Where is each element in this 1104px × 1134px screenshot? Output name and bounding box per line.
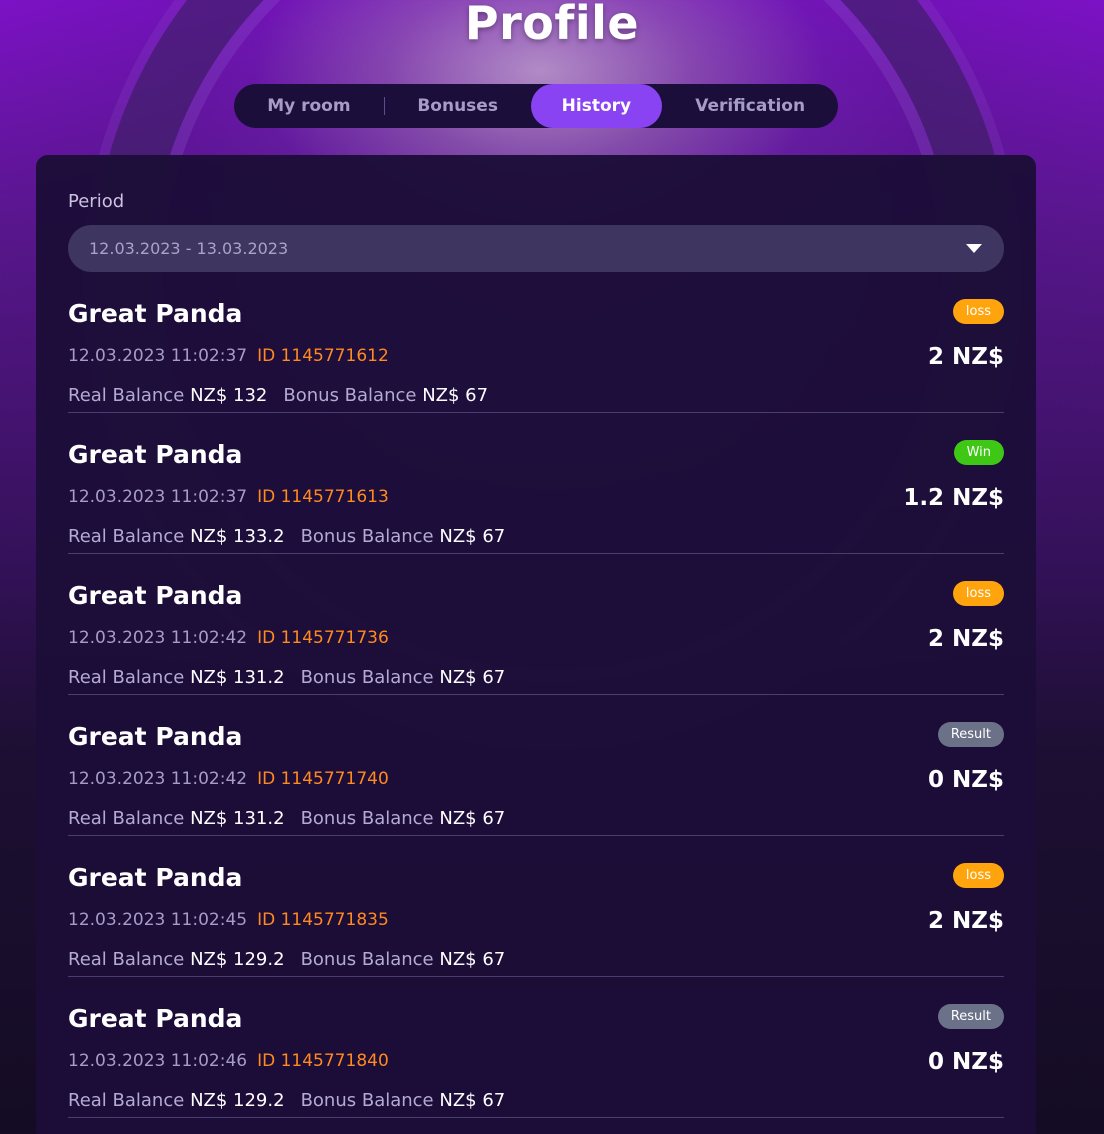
status-badge: loss [952,299,1004,324]
bonus-balance-value: NZ$ 67 [439,1090,506,1111]
transaction-amount: 0 NZ$ [928,767,1004,793]
transaction-datetime: 12.03.2023 11:02:42 [68,769,248,789]
transaction-amount: 1.2 NZ$ [903,485,1004,511]
bonus-balance-value: NZ$ 67 [439,667,506,688]
real-balance-label: Real Balance [68,949,185,970]
transaction-id: ID 1145771835 [257,910,389,930]
history-row: Great Panda 12.03.2023 11:02:42 ID 1145771… [68,695,1004,836]
transaction-datetime: 12.03.2023 11:02:46 [68,1051,248,1071]
real-balance-label: Real Balance [68,385,185,406]
balances: Real Balance NZ$ 131.2 Bonus Balance NZ$ … [68,667,521,688]
transaction-datetime: 12.03.2023 11:02:37 [68,487,248,507]
transaction-datetime: 12.03.2023 11:02:42 [68,628,248,648]
tab-my-room[interactable]: My room [234,84,384,128]
history-row: Great Panda 12.03.2023 11:02:37 ID 1145771… [68,413,1004,554]
transaction-amount: 2 NZ$ [928,908,1004,934]
bonus-balance-label: Bonus Balance [300,1090,434,1111]
transaction-meta: 12.03.2023 11:02:37 ID 1145771612 [68,346,389,366]
page-title: Profile [464,0,640,50]
bonus-balance-value: NZ$ 67 [439,526,506,547]
transaction-id: ID 1145771612 [257,346,389,366]
status-badge: loss [952,581,1004,606]
balances: Real Balance NZ$ 129.2 Bonus Balance NZ$ … [68,1090,521,1111]
real-balance-value: NZ$ 133.2 [190,526,285,547]
tab-history[interactable]: History [530,84,663,128]
tab-verification[interactable]: Verification [662,84,838,128]
transaction-meta: 12.03.2023 11:02:42 ID 1145771736 [68,628,389,648]
real-balance-value: NZ$ 132 [190,385,268,406]
transaction-meta: 12.03.2023 11:02:42 ID 1145771740 [68,769,389,789]
real-balance-label: Real Balance [68,526,185,547]
status-badge: Result [937,722,1004,747]
period-value: 12.03.2023 - 13.03.2023 [89,239,289,258]
bonus-balance-value: NZ$ 67 [439,949,506,970]
bonus-balance-value: NZ$ 67 [422,385,489,406]
real-balance-value: NZ$ 129.2 [190,1090,285,1111]
history-row: Great Panda 12.03.2023 11:02:46 ID 1145771… [68,977,1004,1118]
game-name: Great Panda [68,581,243,610]
transaction-meta: 12.03.2023 11:02:46 ID 1145771840 [68,1051,389,1071]
balances: Real Balance NZ$ 129.2 Bonus Balance NZ$ … [68,949,521,970]
game-name: Great Panda [68,863,243,892]
real-balance-value: NZ$ 131.2 [190,667,285,688]
history-row: Great Panda 12.03.2023 11:02:37 ID 1145771… [68,272,1004,413]
history-list: Great Panda 12.03.2023 11:02:37 ID 1145771… [68,272,1004,1118]
history-row: Great Panda 12.03.2023 11:02:45 ID 1145771… [68,836,1004,977]
game-name: Great Panda [68,440,243,469]
tab-bonuses[interactable]: Bonuses [385,84,531,128]
balances: Real Balance NZ$ 131.2 Bonus Balance NZ$ … [68,808,521,829]
status-badge: Result [937,1004,1004,1029]
balances: Real Balance NZ$ 133.2 Bonus Balance NZ$ … [68,526,521,547]
game-name: Great Panda [68,1004,243,1033]
chevron-down-icon [966,244,982,253]
bonus-balance-label: Bonus Balance [283,385,417,406]
transaction-meta: 12.03.2023 11:02:45 ID 1145771835 [68,910,389,930]
bonus-balance-value: NZ$ 67 [439,808,506,829]
balances: Real Balance NZ$ 132 Bonus Balance NZ$ 67 [68,385,504,406]
bonus-balance-label: Bonus Balance [300,808,434,829]
period-dropdown[interactable]: 12.03.2023 - 13.03.2023 [68,225,1004,272]
history-panel: Period 12.03.2023 - 13.03.2023 Great Pan… [36,155,1036,1134]
transaction-datetime: 12.03.2023 11:02:37 [68,346,248,366]
period-label: Period [68,191,125,212]
real-balance-label: Real Balance [68,808,185,829]
game-name: Great Panda [68,299,243,328]
real-balance-label: Real Balance [68,667,185,688]
real-balance-value: NZ$ 131.2 [190,808,285,829]
game-name: Great Panda [68,722,243,751]
transaction-amount: 2 NZ$ [928,626,1004,652]
transaction-amount: 0 NZ$ [928,1049,1004,1075]
status-badge: loss [952,863,1004,888]
transaction-id: ID 1145771840 [257,1051,389,1071]
transaction-id: ID 1145771736 [257,628,389,648]
transaction-amount: 2 NZ$ [928,344,1004,370]
transaction-meta: 12.03.2023 11:02:37 ID 1145771613 [68,487,389,507]
transaction-id: ID 1145771740 [257,769,389,789]
real-balance-label: Real Balance [68,1090,185,1111]
status-badge: Win [953,440,1004,465]
transaction-datetime: 12.03.2023 11:02:45 [68,910,248,930]
history-row: Great Panda 12.03.2023 11:02:42 ID 1145771… [68,554,1004,695]
bonus-balance-label: Bonus Balance [300,526,434,547]
bonus-balance-label: Bonus Balance [300,949,434,970]
transaction-id: ID 1145771613 [257,487,389,507]
profile-tabs: My room Bonuses History Verification [234,84,838,128]
real-balance-value: NZ$ 129.2 [190,949,285,970]
bonus-balance-label: Bonus Balance [300,667,434,688]
